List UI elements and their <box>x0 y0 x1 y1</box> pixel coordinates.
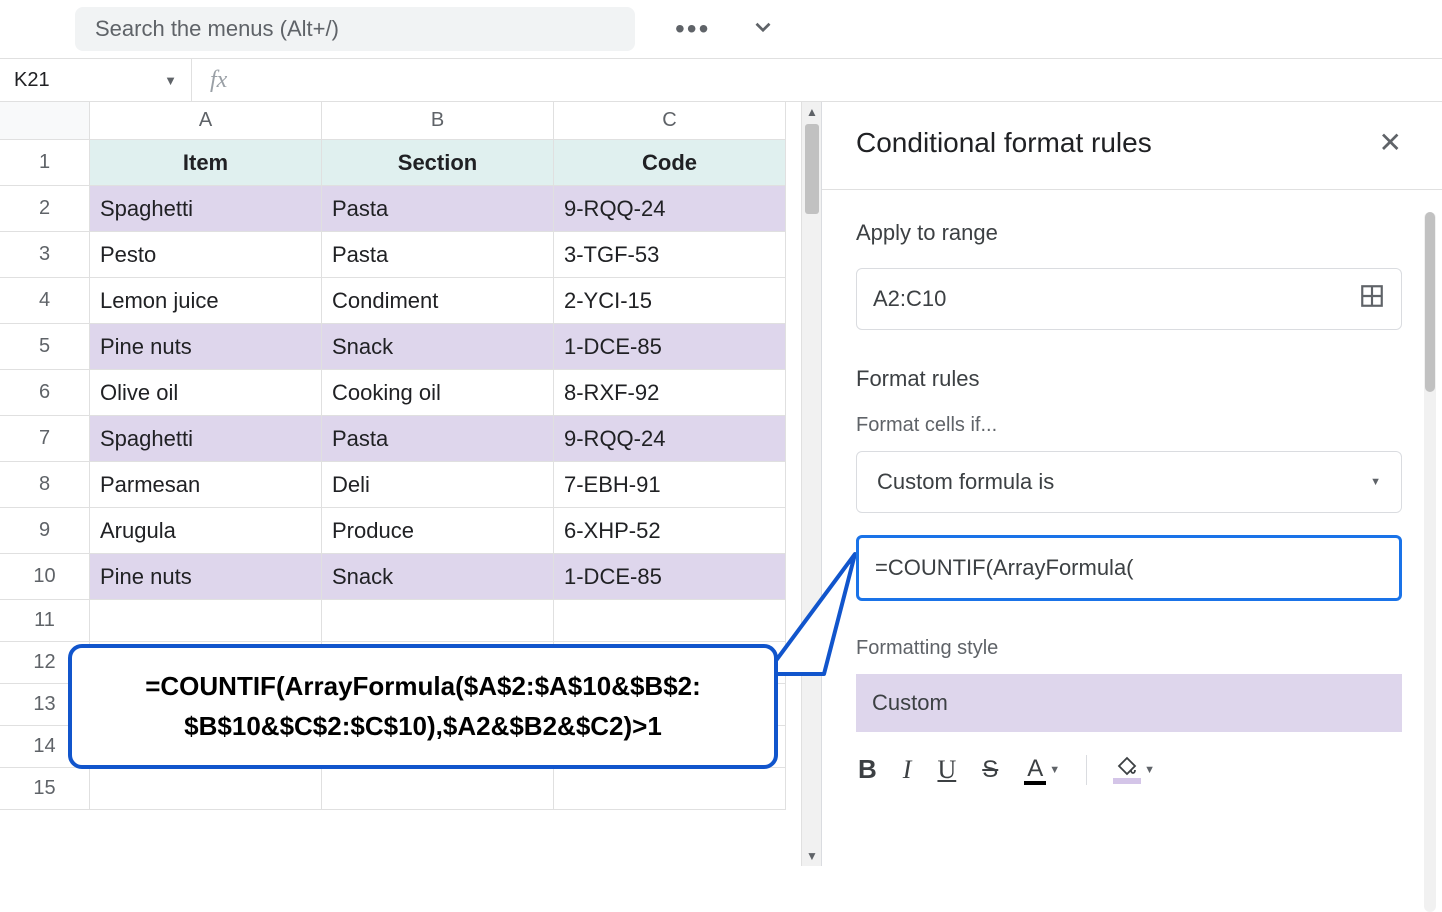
table-cell[interactable]: Spaghetti <box>90 416 322 462</box>
scrollbar-thumb[interactable] <box>805 124 819 214</box>
row-header[interactable]: 15 <box>0 768 90 810</box>
format-rules-label: Format rules <box>856 366 1402 392</box>
row-header[interactable]: 2 <box>0 186 90 232</box>
column-header[interactable]: B <box>322 102 554 140</box>
table-cell[interactable] <box>322 600 554 642</box>
table-cell[interactable]: Snack <box>322 554 554 600</box>
spreadsheet-grid[interactable]: ABC1ItemSectionCode2SpaghettiPasta9-RQQ-… <box>0 102 822 866</box>
custom-formula-value: =COUNTIF(ArrayFormula( <box>875 555 1134 581</box>
close-icon[interactable]: ✕ <box>1379 126 1402 159</box>
table-cell[interactable] <box>554 768 786 810</box>
name-box[interactable]: K21 ▼ <box>0 59 192 101</box>
table-cell[interactable]: Produce <box>322 508 554 554</box>
name-box-dropdown-icon[interactable]: ▼ <box>164 73 177 88</box>
table-cell[interactable]: Olive oil <box>90 370 322 416</box>
table-cell[interactable]: Condiment <box>322 278 554 324</box>
bold-button[interactable]: B <box>858 754 877 785</box>
condition-select[interactable]: Custom formula is ▼ <box>856 451 1402 513</box>
table-cell[interactable] <box>90 768 322 810</box>
row-header[interactable]: 10 <box>0 554 90 600</box>
menu-search-input[interactable]: Search the menus (Alt+/) <box>75 7 635 51</box>
strikethrough-button[interactable]: S <box>982 756 998 784</box>
conditional-format-panel: Conditional format rules ✕ Apply to rang… <box>822 102 1442 866</box>
table-cell[interactable] <box>554 600 786 642</box>
table-cell[interactable]: Arugula <box>90 508 322 554</box>
row-header[interactable]: 6 <box>0 370 90 416</box>
row-header[interactable]: 7 <box>0 416 90 462</box>
name-box-value: K21 <box>14 69 50 92</box>
vertical-scrollbar[interactable]: ▲ ▼ <box>801 102 821 866</box>
formula-callout: =COUNTIF(ArrayFormula($A$2:$A$10&$B$2: $… <box>68 644 778 769</box>
more-options-icon[interactable]: ••• <box>675 13 710 45</box>
apply-to-range-label: Apply to range <box>856 220 1402 246</box>
row-header[interactable]: 5 <box>0 324 90 370</box>
apply-to-range-input[interactable]: A2:C10 <box>856 268 1402 330</box>
panel-divider <box>822 189 1442 190</box>
table-cell[interactable]: 2-YCI-15 <box>554 278 786 324</box>
table-cell[interactable]: 8-RXF-92 <box>554 370 786 416</box>
table-cell[interactable]: Snack <box>322 324 554 370</box>
toolbar-separator <box>1086 755 1087 785</box>
table-cell[interactable]: Pasta <box>322 416 554 462</box>
row-header[interactable]: 3 <box>0 232 90 278</box>
table-cell[interactable]: Pasta <box>322 232 554 278</box>
formula-bar-input[interactable] <box>245 59 1442 101</box>
table-cell[interactable]: Lemon juice <box>90 278 322 324</box>
italic-button[interactable]: I <box>903 755 912 785</box>
style-preview-text: Custom <box>872 690 948 716</box>
table-cell[interactable]: Pine nuts <box>90 554 322 600</box>
text-color-button[interactable]: A ▼ <box>1024 755 1060 785</box>
fill-color-button[interactable]: ▼ <box>1113 756 1155 784</box>
table-cell[interactable]: 9-RQQ-24 <box>554 186 786 232</box>
table-cell[interactable] <box>322 768 554 810</box>
table-cell[interactable]: Pesto <box>90 232 322 278</box>
table-cell[interactable] <box>90 600 322 642</box>
format-cells-if-label: Format cells if... <box>856 414 1402 437</box>
search-placeholder: Search the menus (Alt+/) <box>95 16 339 42</box>
row-header[interactable]: 11 <box>0 600 90 642</box>
fx-icon: fx <box>192 67 245 94</box>
table-cell[interactable]: 7-EBH-91 <box>554 462 786 508</box>
table-cell[interactable]: Pine nuts <box>90 324 322 370</box>
row-header[interactable]: 1 <box>0 140 90 186</box>
callout-line2: $B$10&$C$2:$C$10),$A2&$B2&$C2)>1 <box>86 706 760 746</box>
underline-button[interactable]: U <box>937 755 956 785</box>
style-preview[interactable]: Custom <box>856 674 1402 732</box>
table-cell[interactable]: Parmesan <box>90 462 322 508</box>
grid-corner[interactable] <box>0 102 90 140</box>
row-header[interactable]: 8 <box>0 462 90 508</box>
table-cell[interactable]: Deli <box>322 462 554 508</box>
table-cell[interactable]: 6-XHP-52 <box>554 508 786 554</box>
table-header-cell[interactable]: Item <box>90 140 322 186</box>
row-header[interactable]: 9 <box>0 508 90 554</box>
toolbar-collapse-icon[interactable] <box>750 14 776 45</box>
panel-title: Conditional format rules <box>856 127 1152 159</box>
column-header[interactable]: C <box>554 102 786 140</box>
panel-scrollbar[interactable] <box>1424 212 1436 912</box>
condition-selected-value: Custom formula is <box>877 469 1054 495</box>
table-header-cell[interactable]: Code <box>554 140 786 186</box>
custom-formula-input[interactable]: =COUNTIF(ArrayFormula( <box>856 535 1402 601</box>
formatting-style-label: Formatting style <box>856 637 1402 660</box>
table-header-cell[interactable]: Section <box>322 140 554 186</box>
table-cell[interactable]: 3-TGF-53 <box>554 232 786 278</box>
chevron-down-icon: ▼ <box>1370 476 1381 488</box>
table-cell[interactable]: Cooking oil <box>322 370 554 416</box>
scroll-up-arrow-icon[interactable]: ▲ <box>802 102 822 122</box>
select-range-icon[interactable] <box>1359 283 1385 315</box>
format-toolbar: B I U S A ▼ ▼ <box>856 750 1402 789</box>
column-header[interactable]: A <box>90 102 322 140</box>
table-cell[interactable]: Spaghetti <box>90 186 322 232</box>
range-value: A2:C10 <box>873 286 946 312</box>
row-header[interactable]: 4 <box>0 278 90 324</box>
callout-line1: =COUNTIF(ArrayFormula($A$2:$A$10&$B$2: <box>86 666 760 706</box>
table-cell[interactable]: 9-RQQ-24 <box>554 416 786 462</box>
table-cell[interactable]: 1-DCE-85 <box>554 324 786 370</box>
panel-scrollbar-thumb[interactable] <box>1425 212 1435 392</box>
table-cell[interactable]: Pasta <box>322 186 554 232</box>
scroll-down-arrow-icon[interactable]: ▼ <box>802 846 822 866</box>
table-cell[interactable]: 1-DCE-85 <box>554 554 786 600</box>
